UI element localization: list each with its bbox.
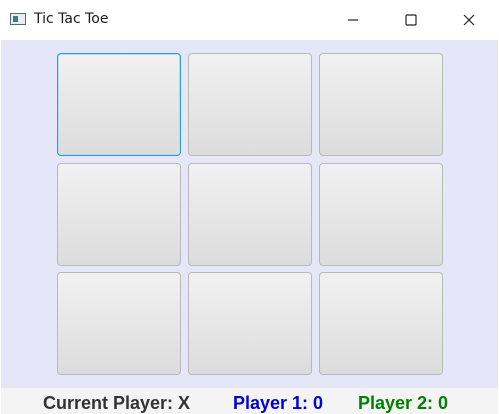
minimize-button[interactable]	[330, 0, 376, 40]
maximize-icon	[405, 14, 417, 26]
board-cell-3[interactable]	[319, 53, 443, 156]
close-button[interactable]	[446, 0, 492, 40]
maximize-button[interactable]	[388, 0, 434, 40]
player1-score: Player 1: 0	[233, 393, 324, 413]
current-player-label: Current Player: X	[43, 393, 191, 413]
board-cell-6[interactable]	[319, 163, 443, 266]
status-bar: Current Player: X Player 1: 0 Player 2: …	[1, 388, 498, 414]
close-icon	[463, 14, 475, 26]
window-title: Tic Tac Toe	[34, 11, 109, 27]
board-cell-4[interactable]	[57, 163, 181, 266]
title-bar[interactable]: Tic Tac Toe	[0, 0, 499, 40]
board-cell-5[interactable]	[188, 163, 312, 266]
app-window: Tic Tac Toe Current Player: X Player 1: …	[0, 0, 499, 414]
board-cell-9[interactable]	[319, 272, 443, 375]
game-board	[1, 40, 498, 388]
board-cell-1[interactable]	[57, 53, 181, 156]
board-cell-7[interactable]	[57, 272, 181, 375]
minimize-icon	[348, 19, 358, 21]
player2-score: Player 2: 0	[358, 393, 449, 413]
board-cell-2[interactable]	[188, 53, 312, 156]
app-icon	[10, 13, 26, 25]
board-cell-8[interactable]	[188, 272, 312, 375]
